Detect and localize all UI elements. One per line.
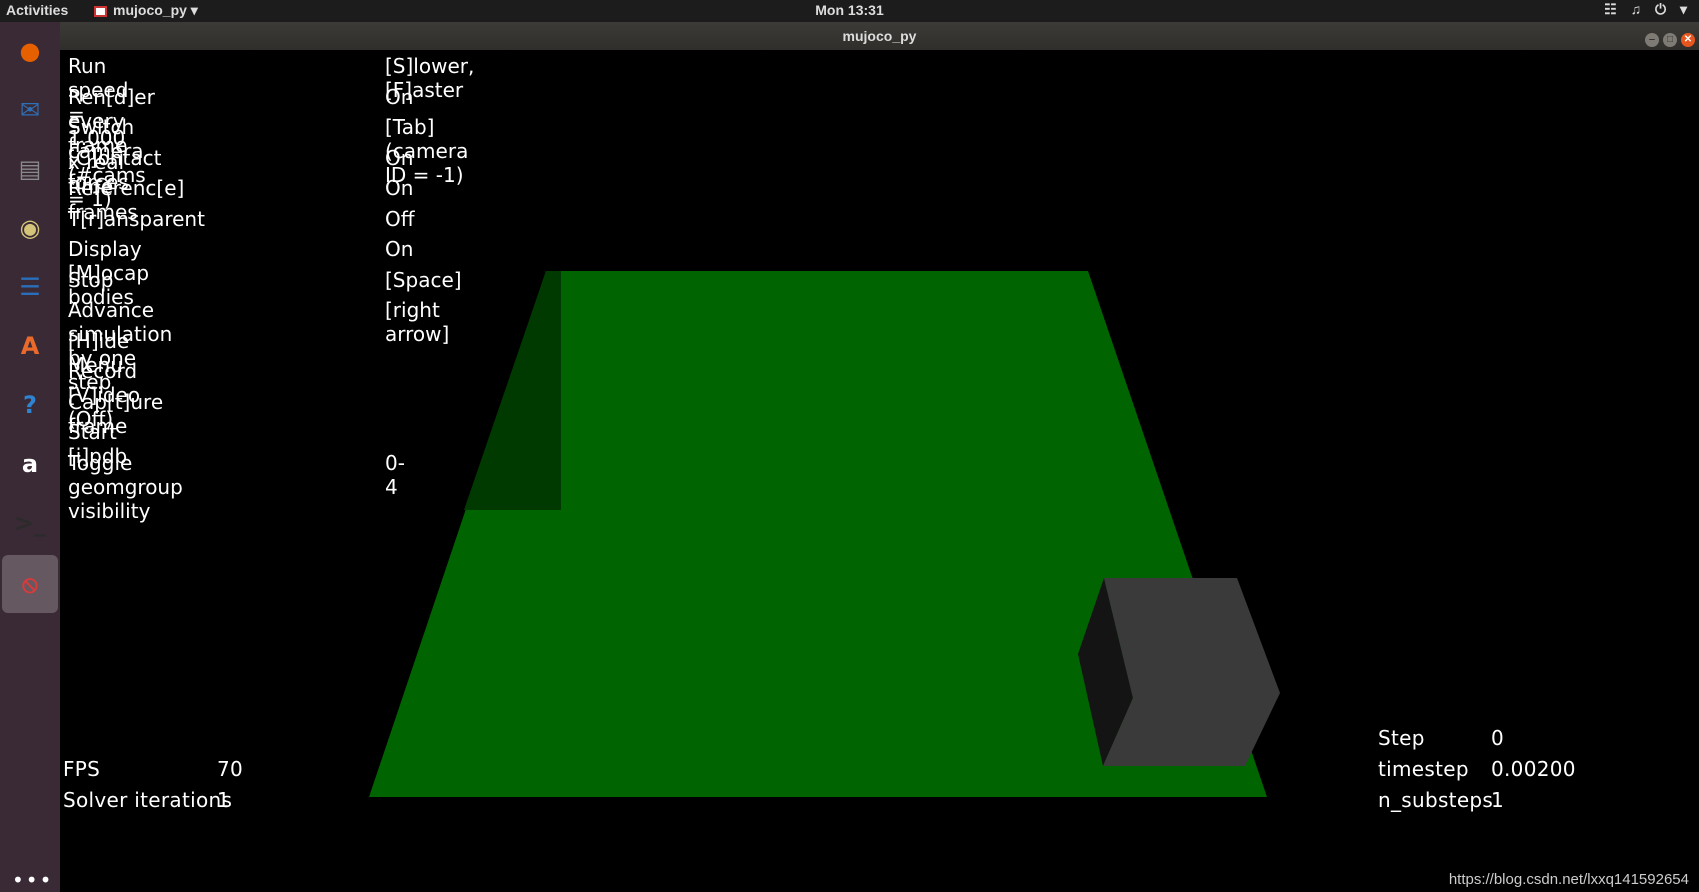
firefox-icon: ● (19, 37, 41, 65)
menu-row-value: [Space] (385, 267, 462, 292)
power-icon[interactable]: ⏻ (1655, 1, 1666, 17)
box-face (1103, 578, 1280, 766)
dock-item[interactable]: ◉ (7, 205, 53, 251)
window-title: mujoco_py (842, 28, 917, 44)
menu-row-value: Off (385, 206, 415, 231)
help-icon: ? (23, 391, 37, 419)
fps-label: FPS (63, 757, 101, 781)
solver-iterations-label: Solver iterations (63, 788, 233, 812)
menu-row-value: [right arrow] (385, 298, 450, 346)
network-icon[interactable]: ☷ (1604, 1, 1617, 17)
chevron-down-icon: ▾ (190, 2, 198, 18)
dock-item[interactable]: ✉ (7, 87, 53, 133)
software-center-icon: A (20, 332, 40, 360)
mujoco-window-icon: ⦸ (22, 570, 38, 598)
step-label: Step (1378, 726, 1425, 750)
n-substeps-label: n_substeps (1378, 788, 1494, 812)
menu-row-value: On (385, 237, 414, 261)
menu-row-label: T[r]ansparent (68, 206, 205, 231)
close-icon[interactable]: ✕ (1681, 33, 1695, 47)
rhythmbox-icon: ◉ (19, 214, 41, 242)
window-title-bar[interactable]: mujoco_py ‒ □ ✕ (60, 22, 1699, 50)
fps-value: 70 (217, 757, 244, 781)
app-window-icon (94, 6, 107, 17)
mujoco-viewport[interactable]: Run speed = 1.000 x real time [S]lower, [… (60, 50, 1699, 892)
amazon-icon: a (21, 450, 39, 478)
solver-iterations-value: 1 (217, 788, 231, 812)
dock-item[interactable]: a (7, 441, 53, 487)
menu-row-label: Toggle geomgroup visibility (68, 450, 183, 523)
dock-item[interactable]: ▤ (7, 146, 53, 192)
dock-item[interactable]: ? (7, 382, 53, 428)
maximize-icon[interactable]: □ (1663, 33, 1677, 47)
thunderbird-icon: ✉ (19, 96, 41, 124)
terminal-icon: >_ (13, 509, 47, 537)
files-icon: ▤ (18, 155, 42, 183)
chevron-down-icon[interactable]: ▾ (1680, 1, 1687, 17)
volume-icon[interactable]: ♫ (1631, 1, 1642, 17)
dock-item[interactable]: ● (7, 28, 53, 74)
dock-item[interactable]: ☰ (7, 264, 53, 310)
step-value: 0 (1491, 726, 1505, 750)
show-applications-icon[interactable]: ••• (12, 868, 53, 892)
app-menu[interactable]: mujoco_py ▾ (94, 2, 198, 19)
app-menu-label: mujoco_py (113, 2, 187, 18)
watermark: https://blog.csdn.net/lxxq141592654 (1448, 871, 1689, 888)
top-bar: Activities mujoco_py ▾ Mon 13:31 ☷ ♫ ⏻ ▾ (0, 0, 1699, 22)
menu-row-value: On (385, 145, 414, 170)
timestep-value: 0.00200 (1491, 757, 1576, 781)
window-controls: ‒ □ ✕ (1641, 29, 1695, 47)
minimize-icon[interactable]: ‒ (1645, 33, 1659, 47)
dock-item[interactable]: ⦸ (2, 555, 58, 613)
menu-row-value: On (385, 84, 414, 109)
menu-row-label: Stop (68, 267, 114, 292)
activities-button[interactable]: Activities (6, 2, 68, 18)
launcher-dock: ● ✉ ▤ ◉ ☰ A? a >_ ⦸ ••• (0, 22, 60, 892)
dock-item[interactable]: A (7, 323, 53, 369)
menu-row-value: On (385, 176, 414, 200)
timestep-label: timestep (1378, 757, 1469, 781)
menu-row-value: 0-4 (385, 450, 405, 499)
n-substeps-value: 1 (1491, 788, 1505, 812)
writer-icon: ☰ (19, 273, 41, 301)
floor-shadow (464, 271, 561, 510)
dock-item[interactable]: >_ (7, 500, 53, 546)
clock[interactable]: Mon 13:31 (0, 2, 1699, 18)
system-tray[interactable]: ☷ ♫ ⏻ ▾ (1594, 1, 1687, 18)
